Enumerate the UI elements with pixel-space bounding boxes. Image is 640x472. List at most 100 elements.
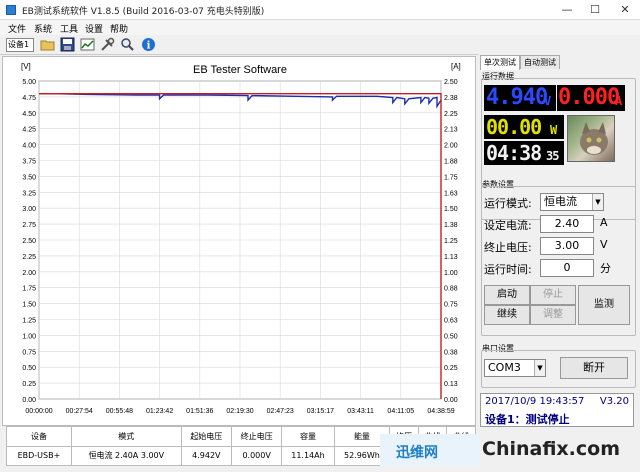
stats-cell: 恒电流 2.40A 3.00V — [70, 445, 182, 466]
x-tick-label: 00:00:00 — [25, 408, 52, 415]
y-right-tick-label: 2.38 — [444, 95, 458, 102]
mode-label: 运行模式: — [484, 197, 532, 210]
com-port-select[interactable]: COM3 ▼ — [484, 359, 546, 377]
y-left-tick-label: 4.50 — [22, 111, 36, 118]
set-current-input[interactable]: 2.40 — [540, 215, 594, 233]
folder-icon[interactable] — [40, 37, 55, 52]
control-panel: 单次测试 自动测试 运行数据 4.940 V 0.000 A 00.00 W 0… — [478, 55, 638, 470]
current-display: 0.000 A — [557, 85, 625, 111]
close-button[interactable]: ✕ — [610, 0, 640, 20]
save-icon[interactable] — [60, 37, 75, 52]
y-right-tick-label: 1.88 — [444, 159, 458, 166]
menu-system[interactable]: 系统 — [34, 22, 52, 35]
y-right-tick-label: 2.00 — [444, 143, 458, 150]
y-right-tick-label: 1.13 — [444, 254, 458, 261]
current-unit: A — [615, 94, 622, 108]
chart-icon[interactable] — [80, 37, 95, 52]
x-tick-label: 01:51:36 — [186, 408, 213, 415]
menu-help[interactable]: 帮助 — [110, 22, 128, 35]
cutoff-voltage-unit: V — [600, 238, 608, 251]
title-bar: EB测试系统软件 V1.8.5 (Build 2016-03-07 充电头特别版… — [0, 0, 640, 20]
stats-header: 模式 — [70, 426, 182, 447]
stats-cell: 11.14Ah — [281, 445, 335, 466]
tab-single-test[interactable]: 单次测试 — [480, 55, 520, 70]
y-left-tick-label: 5.00 — [22, 79, 36, 86]
cat-photo — [567, 115, 615, 162]
y-right-tick-label: 1.75 — [444, 174, 458, 181]
y-right-tick-label: 0.13 — [444, 381, 458, 388]
voltage-current-chart: EB Tester Software [V] [A] 5.00 2.50 4.75 2… — [21, 62, 461, 415]
y-left-tick-label: 1.75 — [22, 286, 36, 293]
x-tick-label: 00:27:54 — [66, 408, 93, 415]
stats-cell: 0.000V — [230, 445, 283, 466]
device-selector[interactable]: 设备1 — [6, 38, 34, 52]
status-message: 设备1：测试停止 — [485, 413, 570, 426]
continue-button[interactable]: 继续 — [484, 305, 530, 325]
set-current-label: 设定电流: — [484, 219, 532, 232]
mode-select[interactable]: 恒电流 ▼ — [540, 193, 604, 211]
y-right-tick-label: 2.25 — [444, 111, 458, 118]
status-box: 2017/10/9 19:43:57 V3.20 设备1：测试停止 — [480, 393, 634, 427]
chevron-down-icon[interactable]: ▼ — [592, 194, 603, 210]
y-right-tick-label: 0.38 — [444, 349, 458, 356]
y-left-tick-label: 3.00 — [22, 206, 36, 213]
maximize-button[interactable]: ☐ — [580, 0, 610, 20]
y-left-tick-label: 0.00 — [22, 397, 36, 404]
y-right-tick-label: 1.00 — [444, 270, 458, 277]
x-tick-label: 03:15:17 — [307, 408, 334, 415]
stats-header: 起始电压 — [180, 426, 232, 447]
watermark-site: Chinafix.com — [482, 438, 621, 460]
y-right-tick-label: 0.00 — [444, 397, 458, 404]
chart-panel: EB Tester Software [V] [A] 5.00 2.50 4.75 2… — [2, 56, 476, 426]
app-icon — [6, 5, 16, 15]
run-time-input[interactable]: 0 — [540, 259, 594, 277]
menu-file[interactable]: 文件 — [8, 22, 26, 35]
y-left-tick-label: 1.00 — [22, 333, 36, 340]
run-time-label: 运行时间: — [484, 263, 532, 276]
voltage-value: 4.940 — [486, 85, 548, 110]
menu-tools[interactable]: 工具 — [60, 22, 78, 35]
tools-icon[interactable] — [100, 37, 115, 52]
y-right-axis-label: [A] — [451, 62, 461, 71]
monitor-button[interactable]: 监测 — [578, 285, 630, 325]
y-left-tick-label: 2.00 — [22, 270, 36, 277]
y-left-tick-label: 1.25 — [22, 318, 36, 325]
y-left-tick-label: 2.75 — [22, 222, 36, 229]
chevron-down-icon[interactable]: ▼ — [534, 360, 545, 376]
stats-cell: 4.942V — [180, 445, 232, 466]
stats-cell: EBD-USB+ — [6, 445, 72, 466]
y-right-tick-label: 0.25 — [444, 365, 458, 372]
y-left-tick-label: 0.25 — [22, 381, 36, 388]
stats-header: 终止电压 — [230, 426, 283, 447]
minimize-button[interactable]: — — [552, 0, 582, 20]
disconnect-button[interactable]: 断开 — [560, 357, 628, 379]
y-right-tick-label: 2.13 — [444, 127, 458, 134]
x-tick-label: 01:23:42 — [146, 408, 173, 415]
status-version: V3.20 — [599, 396, 629, 407]
com-port-value: COM3 — [488, 361, 521, 374]
y-left-tick-label: 3.50 — [22, 174, 36, 181]
stats-header: 容量 — [281, 426, 335, 447]
stop-button[interactable]: 停止 — [530, 285, 576, 305]
y-right-tick-label: 0.75 — [444, 302, 458, 309]
elapsed-seconds: 35 — [546, 149, 559, 163]
info-icon[interactable]: i — [141, 37, 156, 52]
tab-auto-test[interactable]: 自动测试 — [520, 55, 560, 69]
cutoff-voltage-input[interactable]: 3.00 — [540, 237, 594, 255]
start-button[interactable]: 启动 — [484, 285, 530, 305]
y-left-tick-label: 1.50 — [22, 302, 36, 309]
power-unit: W — [550, 123, 557, 137]
y-right-tick-label: 1.50 — [444, 206, 458, 213]
current-value: 0.000 — [558, 85, 620, 110]
y-left-tick-label: 4.75 — [22, 95, 36, 102]
search-icon[interactable] — [120, 37, 135, 52]
power-display: 00.00 W — [484, 115, 564, 139]
menu-settings[interactable]: 设置 — [85, 22, 103, 35]
x-tick-label: 04:11:05 — [387, 408, 414, 415]
adjust-button[interactable]: 调整 — [530, 305, 576, 325]
y-right-tick-label: 1.63 — [444, 190, 458, 197]
y-left-axis-label: [V] — [21, 62, 31, 71]
y-left-tick-label: 0.50 — [22, 365, 36, 372]
set-current-unit: A — [600, 216, 608, 229]
power-value: 00.00 — [486, 115, 542, 139]
